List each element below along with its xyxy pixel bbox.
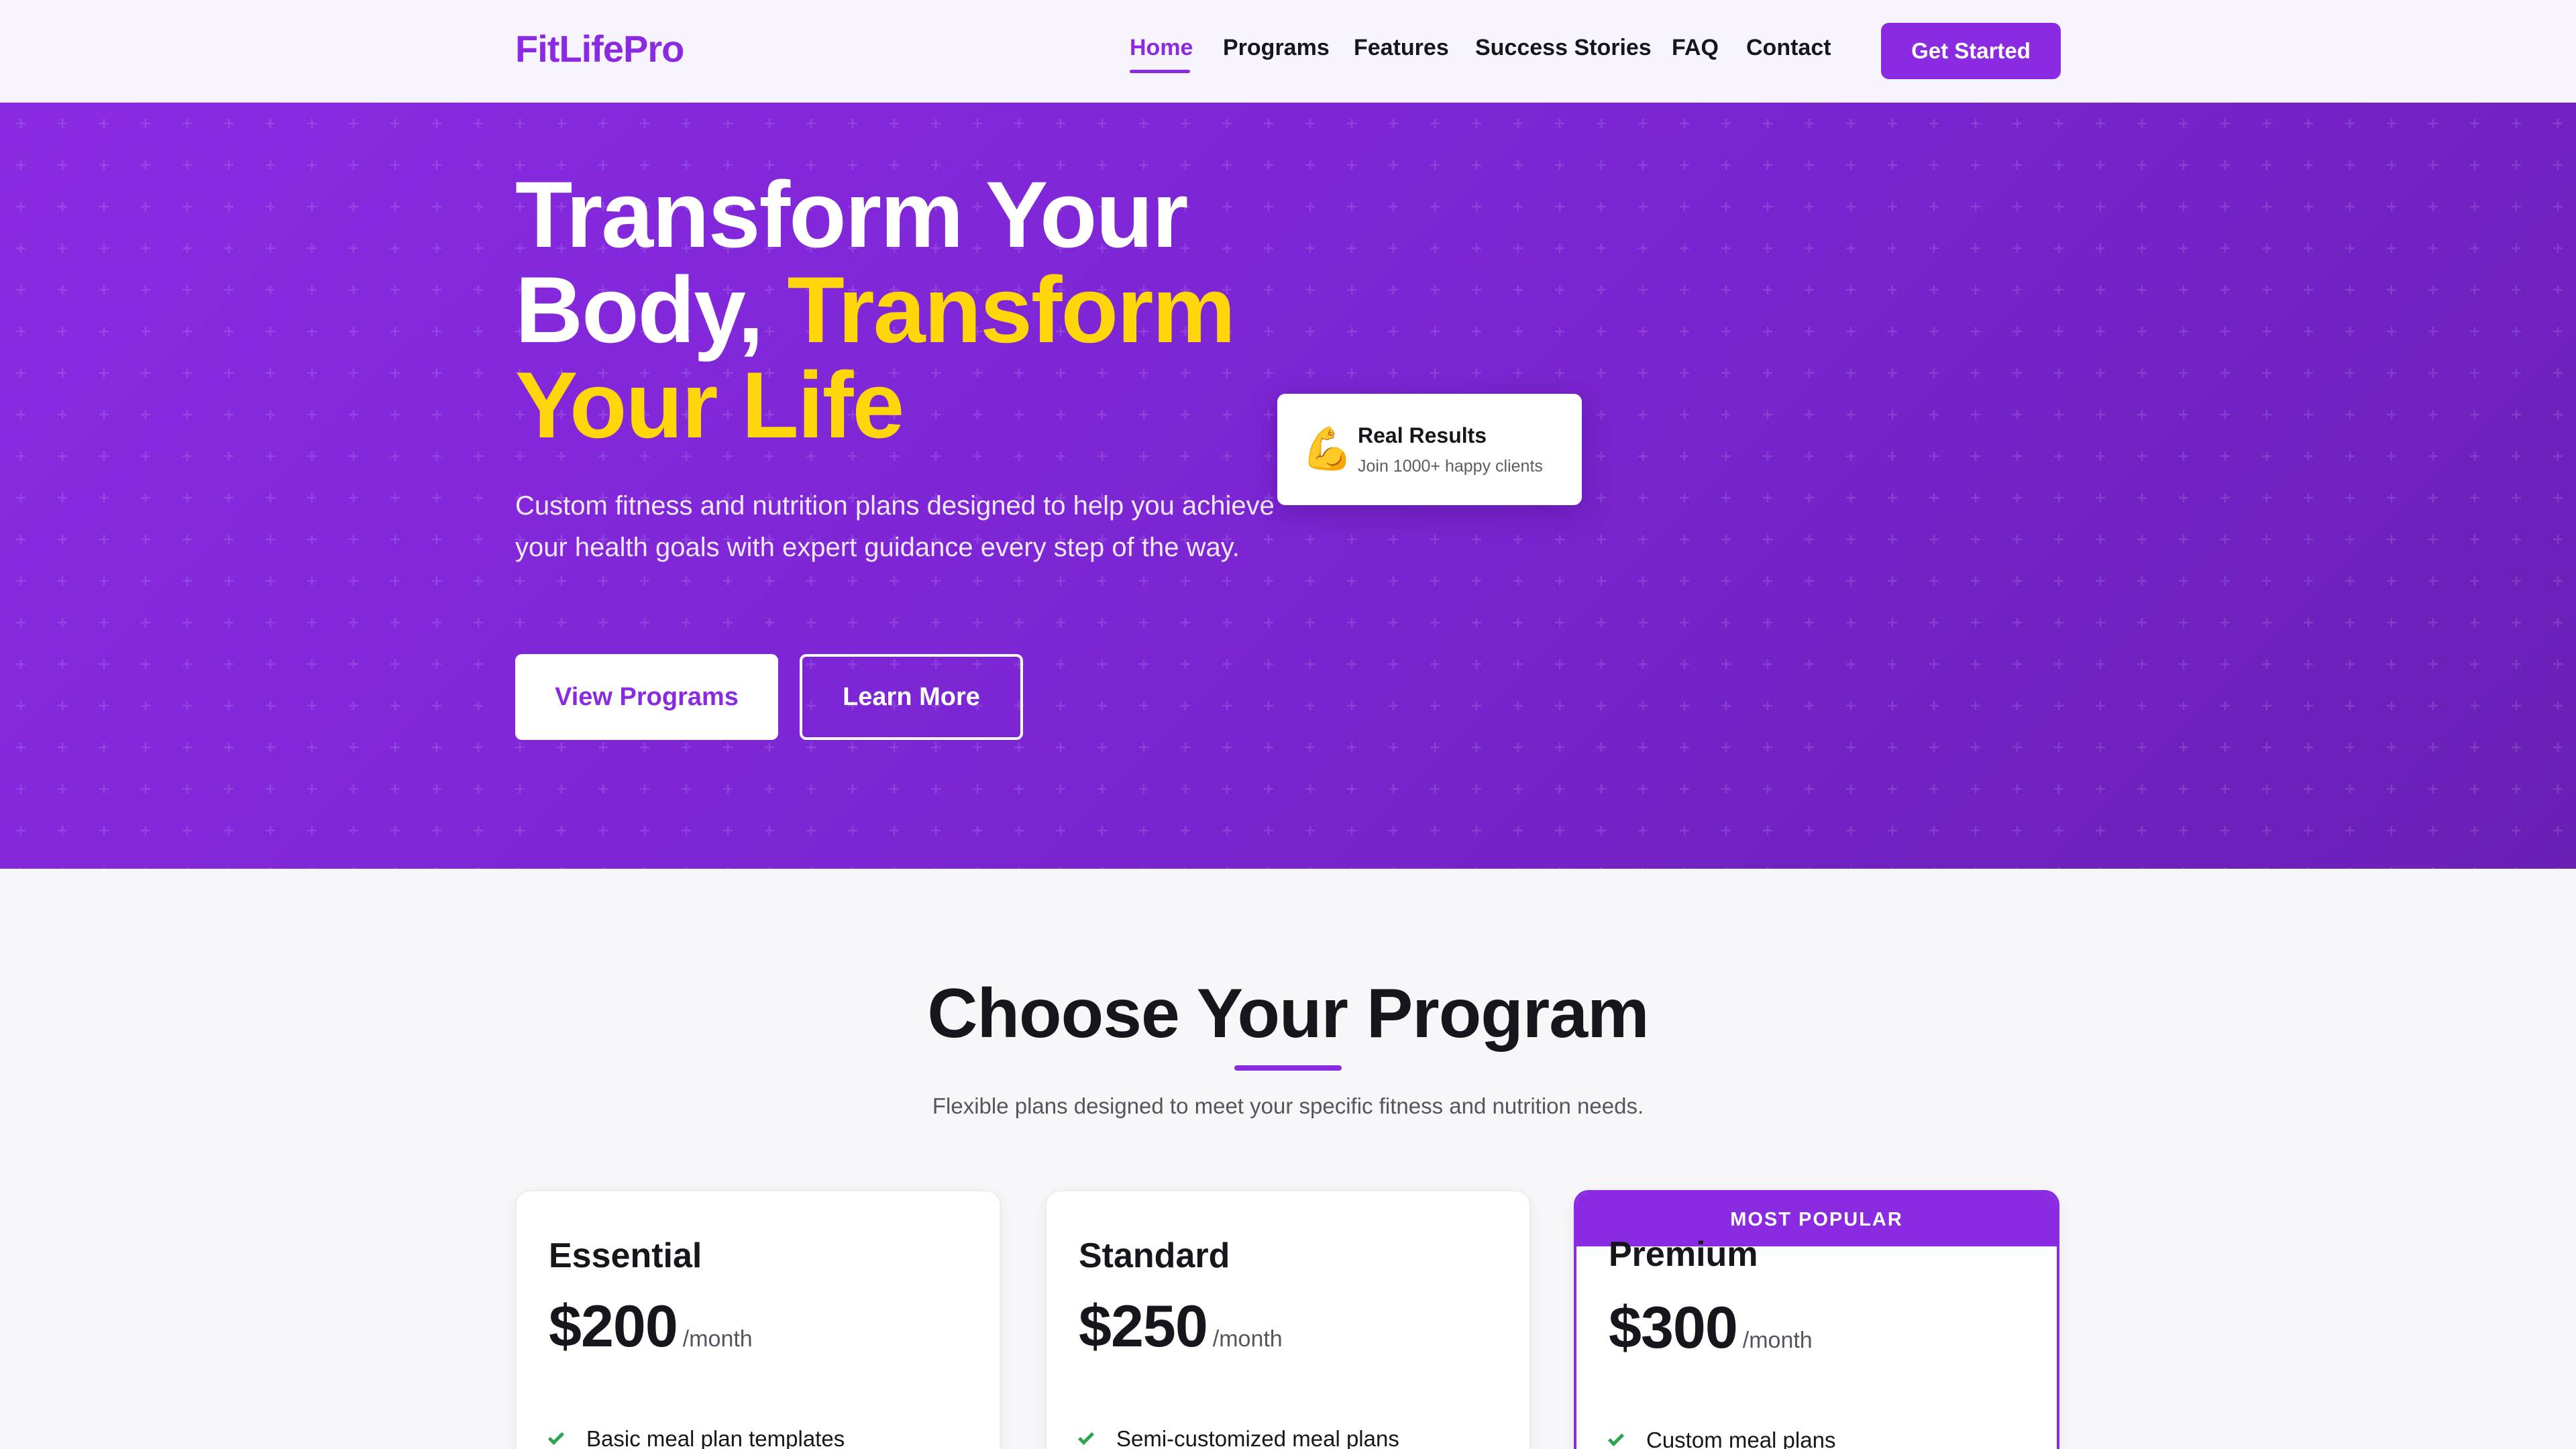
results-subtitle: Join 1000+ happy clients	[1358, 457, 1543, 476]
real-results-card: 💪 Real Results Join 1000+ happy clients	[1277, 394, 1582, 505]
nav-contact[interactable]: Contact	[1746, 35, 1831, 61]
get-started-button[interactable]: Get Started	[1881, 23, 2061, 79]
programs-subtitle: Flexible plans designed to meet your spe…	[932, 1093, 1644, 1118]
flexed-biceps-icon: 💪	[1301, 426, 1354, 472]
feature-label: Basic meal plan templates	[586, 1426, 845, 1449]
hero-section: Transform Your Body, Transform Your Life…	[0, 103, 2576, 869]
price-period: /month	[682, 1326, 753, 1352]
nav-home[interactable]: Home	[1130, 35, 1193, 61]
check-icon	[1077, 1428, 1095, 1446]
price-amount: $250	[1079, 1293, 1208, 1359]
feature-label: Custom meal plans	[1646, 1428, 1836, 1449]
program-card-standard[interactable]: Standard $250/month Semi-customized meal…	[1045, 1190, 1531, 1449]
nav-success-stories[interactable]: Success Stories	[1475, 35, 1652, 61]
learn-more-button[interactable]: Learn More	[800, 654, 1023, 740]
program-card-essential[interactable]: Essential $200/month Basic meal plan tem…	[515, 1190, 1001, 1449]
price-period: /month	[1742, 1328, 1813, 1353]
logo[interactable]: FitLifePro	[515, 27, 684, 70]
hero-headline: Transform Your Body, Transform Your Life	[515, 167, 1320, 453]
program-card-premium[interactable]: MOST POPULAR Premium $300/month Custom m…	[1574, 1190, 2059, 1449]
nav-active-indicator	[1130, 70, 1190, 73]
program-name: Standard	[1079, 1236, 1230, 1275]
program-price: $250/month	[1079, 1292, 1283, 1360]
price-amount: $300	[1609, 1294, 1738, 1360]
results-title: Real Results	[1358, 423, 1487, 447]
program-feature: Semi-customized meal plans	[1077, 1426, 1399, 1449]
program-name: Premium	[1609, 1235, 1758, 1274]
programs-title: Choose Your Program	[927, 975, 1649, 1053]
program-price: $300/month	[1609, 1293, 1813, 1362]
hero-headline-line2: Body,	[515, 257, 788, 362]
program-price: $200/month	[549, 1292, 753, 1360]
hero-headline-accent-2: Your Life	[515, 352, 904, 458]
nav-faq[interactable]: FAQ	[1672, 35, 1719, 61]
program-feature: Basic meal plan templates	[547, 1426, 845, 1449]
program-name: Essential	[549, 1236, 702, 1275]
hero-headline-line1: Transform Your	[515, 162, 1188, 267]
nav-programs[interactable]: Programs	[1223, 35, 1330, 61]
hero-description: Custom fitness and nutrition plans desig…	[515, 491, 1275, 562]
hero-headline-accent-1: Transform	[787, 257, 1236, 362]
site-header: FitLifePro Home Programs Features Succes…	[0, 0, 2576, 103]
view-programs-button[interactable]: View Programs	[515, 654, 778, 740]
check-icon	[1607, 1430, 1625, 1447]
program-feature: Custom meal plans	[1607, 1428, 1836, 1449]
price-period: /month	[1212, 1326, 1283, 1352]
programs-title-underline	[1234, 1065, 1342, 1071]
price-amount: $200	[549, 1293, 678, 1359]
feature-label: Semi-customized meal plans	[1116, 1426, 1399, 1449]
check-icon	[547, 1428, 565, 1446]
nav-features[interactable]: Features	[1354, 35, 1449, 61]
